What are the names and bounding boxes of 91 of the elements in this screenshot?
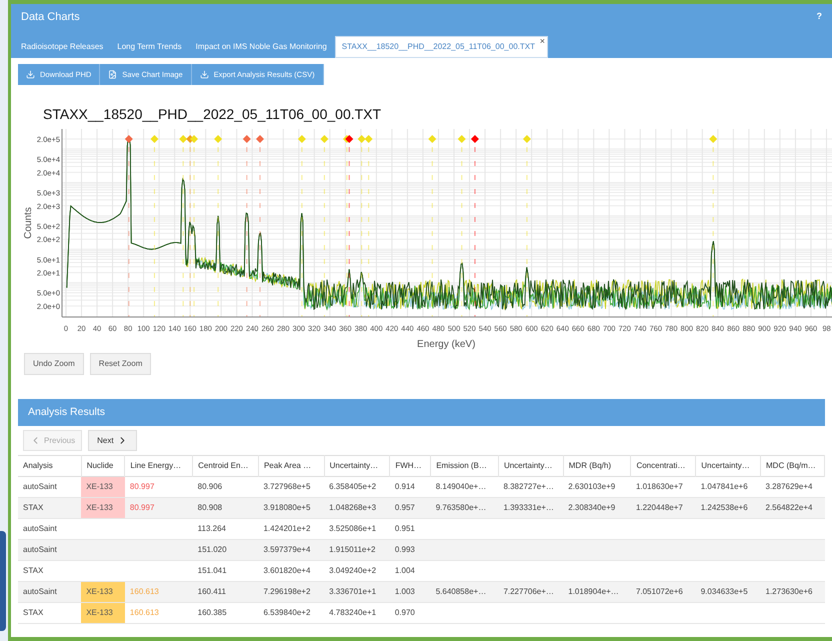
table-cell: 0.970 — [390, 602, 431, 624]
table-cell: 7.051072e+6 — [630, 582, 696, 602]
peak-marker-icon[interactable] — [256, 135, 264, 143]
peak-marker-icon[interactable] — [320, 135, 328, 143]
table-cell: 0.914 — [390, 476, 431, 498]
table-cell: 8.382727e+… — [498, 476, 564, 498]
table-cell: autoSaint — [18, 540, 82, 560]
table-cell: STAX — [18, 498, 82, 518]
table-cell: 0.993 — [390, 540, 431, 560]
peak-marker-icon[interactable] — [364, 135, 373, 143]
table-cell: 1.018630e+7 — [630, 476, 696, 498]
peak-marker-icon[interactable] — [470, 135, 479, 143]
peak-marker-icon[interactable] — [358, 135, 366, 143]
table-cell: 9.034633e+5 — [696, 582, 760, 602]
table-cell: 1.004 — [390, 560, 431, 582]
y-axis-title: Counts — [23, 207, 34, 239]
download-icon — [200, 70, 209, 79]
nuclide-cell: XE-133 — [81, 602, 125, 624]
peak-marker-icon[interactable] — [709, 135, 718, 143]
table-cell: 151.041 — [192, 560, 258, 582]
peak-marker-icon[interactable] — [124, 135, 133, 143]
table-cell: 6.358405e+2 — [324, 476, 390, 498]
pager-button[interactable]: Next — [88, 430, 137, 451]
table-cell: 7.296198e+2 — [258, 582, 324, 602]
table-cell: 160.411 — [192, 582, 258, 602]
table-cell: 3.287629e+4 — [760, 476, 824, 498]
peak-marker-icon[interactable] — [345, 135, 354, 143]
panel-title: Data Charts — [21, 10, 80, 25]
table-cell: 80.997 — [124, 498, 193, 518]
table-cell: 9.763580e+… — [430, 498, 498, 518]
table-cell: 80.997 — [124, 476, 193, 498]
peak-marker-icon[interactable] — [298, 135, 306, 143]
peak-marker-icon[interactable] — [428, 135, 436, 143]
table-cell: 160.613 — [124, 582, 193, 602]
zoom-button[interactable]: Undo Zoom — [24, 353, 84, 375]
table-cell: 3.727968e+5 — [258, 476, 324, 498]
peak-marker-icon[interactable] — [522, 135, 531, 143]
table-cell: 2.564822e+4 — [760, 498, 824, 518]
table-cell: 4.783240e+1 — [324, 602, 390, 624]
peak-marker-icon[interactable] — [190, 135, 198, 143]
table-cell: 0.957 — [390, 498, 431, 518]
table-cell: 113.264 — [192, 518, 258, 540]
table-cell: STAX — [18, 560, 82, 582]
table-cell: 7.227706e+… — [498, 582, 564, 602]
table-cell: STAX — [18, 602, 82, 624]
table-cell: 1.424201e+2 — [258, 518, 324, 540]
table-cell: autoSaint — [18, 518, 82, 540]
table-cell: autoSaint — [18, 476, 82, 498]
table-cell: 3.601820e+4 — [258, 560, 324, 582]
tab[interactable]: STAXX__18520__PHD__2022_05_11T06_00_00.TXT × — [334, 36, 548, 58]
table-cell: 5.640858e+… — [430, 582, 498, 602]
download-icon — [26, 70, 35, 79]
nuclide-cell: XE-133 — [81, 582, 125, 602]
peak-marker-icon[interactable] — [179, 135, 188, 143]
table-cell: 160.385 — [192, 602, 258, 624]
chart-title: STAXX__18520__PHD__2022_05_11T06_00_00.TXT — [42, 105, 382, 123]
peak-marker-icon[interactable] — [458, 135, 466, 143]
table-cell: 151.020 — [192, 540, 258, 560]
table-cell: 0.951 — [390, 518, 431, 540]
zoom-button[interactable]: Reset Zoom — [90, 353, 152, 375]
table-cell: 1.003 — [390, 582, 431, 602]
x-axis-title: Energy (keV) — [417, 339, 476, 350]
close-tab-button[interactable]: × — [540, 36, 545, 46]
table-cell: 3.336701e+1 — [324, 582, 390, 602]
peak-marker-icon[interactable] — [242, 135, 251, 143]
table-cell: 1.915011e+2 — [324, 540, 390, 560]
table-cell: autoSaint — [18, 582, 82, 602]
peak-marker-icon[interactable] — [150, 135, 158, 143]
results-title: Analysis Results — [28, 404, 106, 420]
table-cell: 2.630103e+9 — [563, 476, 631, 498]
table-cell: 1.273630e+6 — [760, 582, 824, 602]
table-cell: 1.018904e+… — [563, 582, 631, 602]
table-cell: 80.906 — [192, 476, 258, 498]
nuclide-cell: XE-133 — [81, 498, 125, 518]
table-cell: 1.047841e+6 — [696, 476, 760, 498]
table-cell: 3.918080e+5 — [258, 498, 324, 518]
table-cell: 1.393331e+… — [498, 498, 564, 518]
table-cell: 1.242538e+6 — [696, 498, 760, 518]
table-cell: 80.908 — [192, 498, 258, 518]
peak-marker-icon[interactable] — [214, 135, 222, 143]
image-file-icon — [108, 70, 118, 79]
table-cell: 3.049240e+2 — [324, 560, 390, 582]
table-cell: 160.613 — [124, 602, 193, 624]
table-cell: 6.539840e+2 — [258, 602, 324, 624]
nuclide-cell: XE-133 — [81, 476, 125, 498]
table-cell: 3.597379e+4 — [258, 540, 324, 560]
table-cell: 8.149040e+… — [430, 476, 498, 498]
table-cell: 1.220448e+7 — [630, 498, 696, 518]
table-cell: 1.048268e+3 — [324, 498, 390, 518]
table-cell: 2.308340e+9 — [563, 498, 631, 518]
table-cell: 3.525086e+1 — [324, 518, 390, 540]
